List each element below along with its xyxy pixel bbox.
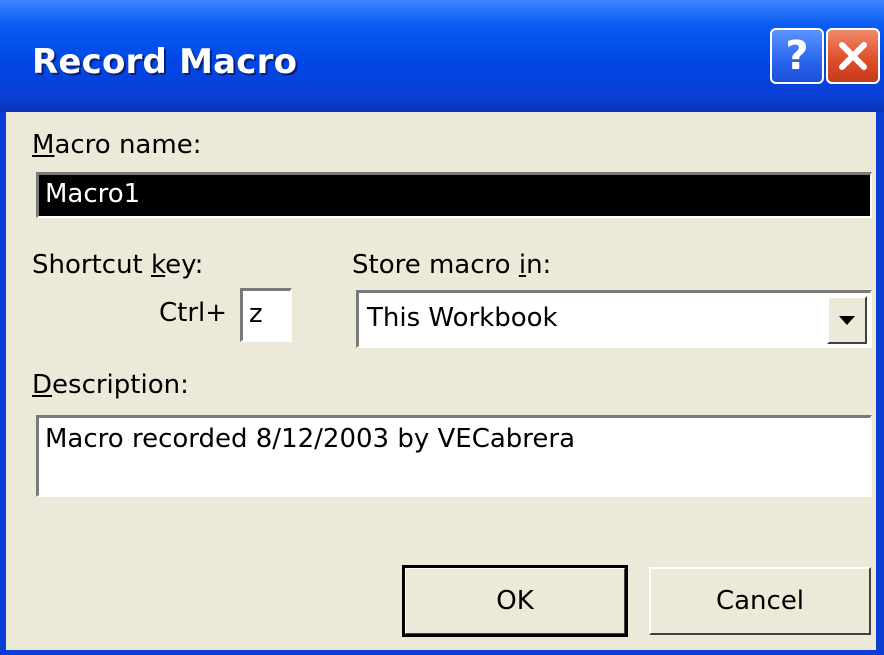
title-bar[interactable]: Record Macro ? (0, 0, 884, 112)
ok-button[interactable]: OK (402, 565, 628, 637)
record-macro-dialog: Record Macro ? Macro name: Macro1 Shortc… (0, 0, 884, 655)
help-button[interactable]: ? (770, 28, 824, 84)
store-macro-in-select[interactable]: This Workbook (356, 290, 872, 348)
ctrl-prefix-label: Ctrl+ (159, 298, 228, 328)
close-button[interactable] (826, 28, 880, 84)
macro-name-label: Macro name: (32, 130, 202, 160)
shortcut-key-label: Shortcut key: (32, 250, 204, 280)
store-macro-in-value: This Workbook (367, 303, 558, 333)
store-macro-in-label: Store macro in: (352, 250, 552, 280)
dropdown-button[interactable] (827, 296, 867, 344)
shortcut-key-value: z (249, 299, 263, 329)
chevron-down-icon (839, 315, 855, 325)
description-label: Description: (32, 370, 189, 400)
dialog-body: Macro name: Macro1 Shortcut key: Ctrl+ z… (6, 112, 876, 650)
macro-name-input[interactable]: Macro1 (36, 172, 872, 218)
dialog-title: Record Macro (32, 42, 298, 82)
cancel-button[interactable]: Cancel (649, 567, 871, 635)
description-textarea[interactable]: Macro recorded 8/12/2003 by VECabrera (36, 415, 872, 497)
question-mark-icon: ? (785, 33, 809, 79)
close-icon (839, 42, 867, 70)
macro-name-value: Macro1 (45, 179, 141, 209)
description-value: Macro recorded 8/12/2003 by VECabrera (45, 424, 576, 454)
shortcut-key-input[interactable]: z (240, 288, 292, 342)
